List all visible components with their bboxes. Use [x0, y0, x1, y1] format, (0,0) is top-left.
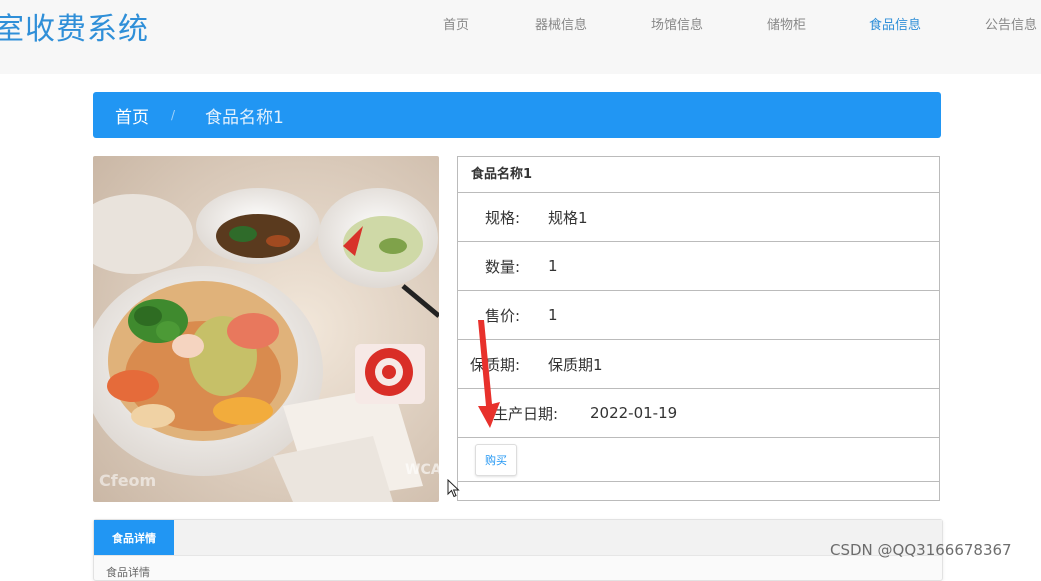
- nav-item-equipment[interactable]: 器械信息: [535, 14, 587, 33]
- info-row-production-date: 生产日期: 2022-01-19: [458, 389, 939, 438]
- breadcrumb-home-link[interactable]: 首页: [115, 103, 149, 128]
- spec-label: 规格:: [484, 208, 520, 227]
- site-title[interactable]: 室收费系统: [0, 4, 149, 48]
- image-watermark-left: Cfeom: [99, 471, 156, 490]
- nav-item-notice[interactable]: 公告信息: [985, 14, 1037, 33]
- top-navbar: 室收费系统 首页 器械信息 场馆信息 储物柜 食品信息 公告信息: [0, 0, 1041, 74]
- info-row-price: 售价: 1: [458, 291, 939, 340]
- info-row-shelf-life: 保质期: 保质期1: [458, 340, 939, 389]
- breadcrumb: 首页 / 食品名称1: [93, 92, 941, 138]
- action-row: 购买: [458, 438, 939, 482]
- shelf-life-value: 保质期1: [548, 355, 603, 374]
- food-photo: Cfeom WCA: [93, 156, 439, 502]
- price-value: 1: [548, 306, 558, 324]
- production-date-label: 生产日期:: [492, 404, 558, 423]
- buy-button[interactable]: 购买: [475, 444, 517, 476]
- production-date-value: 2022-01-19: [590, 404, 678, 422]
- nav-item-locker[interactable]: 储物柜: [767, 14, 806, 33]
- tab-food-details[interactable]: 食品详情: [94, 520, 174, 555]
- mouse-cursor-icon: [447, 479, 460, 498]
- info-row-quantity: 数量: 1: [458, 242, 939, 291]
- breadcrumb-separator: /: [171, 108, 176, 122]
- product-image: Cfeom WCA: [93, 156, 439, 502]
- tab-content: 食品详情: [106, 566, 150, 579]
- info-row-spec: 规格: 规格1: [458, 193, 939, 242]
- image-watermark-right: WCA: [405, 462, 439, 478]
- product-title: 食品名称1: [458, 157, 939, 193]
- tab-bar: 食品详情: [94, 520, 942, 556]
- nav-item-venue[interactable]: 场馆信息: [651, 14, 703, 33]
- breadcrumb-current: 食品名称1: [205, 107, 284, 128]
- nav-item-food[interactable]: 食品信息: [869, 14, 921, 33]
- quantity-label: 数量:: [484, 257, 520, 276]
- nav-item-home[interactable]: 首页: [443, 14, 469, 33]
- price-label: 售价:: [484, 306, 520, 325]
- detail-tabs: 食品详情 食品详情: [93, 519, 943, 581]
- spec-value: 规格1: [548, 208, 588, 227]
- shelf-life-label: 保质期:: [469, 355, 520, 374]
- product-info-table: 食品名称1 规格: 规格1 数量: 1 售价: 1 保质期: 保质期1 生产日期…: [457, 156, 940, 501]
- csdn-watermark: CSDN @QQ3166678367: [830, 541, 1012, 559]
- quantity-value: 1: [548, 257, 558, 275]
